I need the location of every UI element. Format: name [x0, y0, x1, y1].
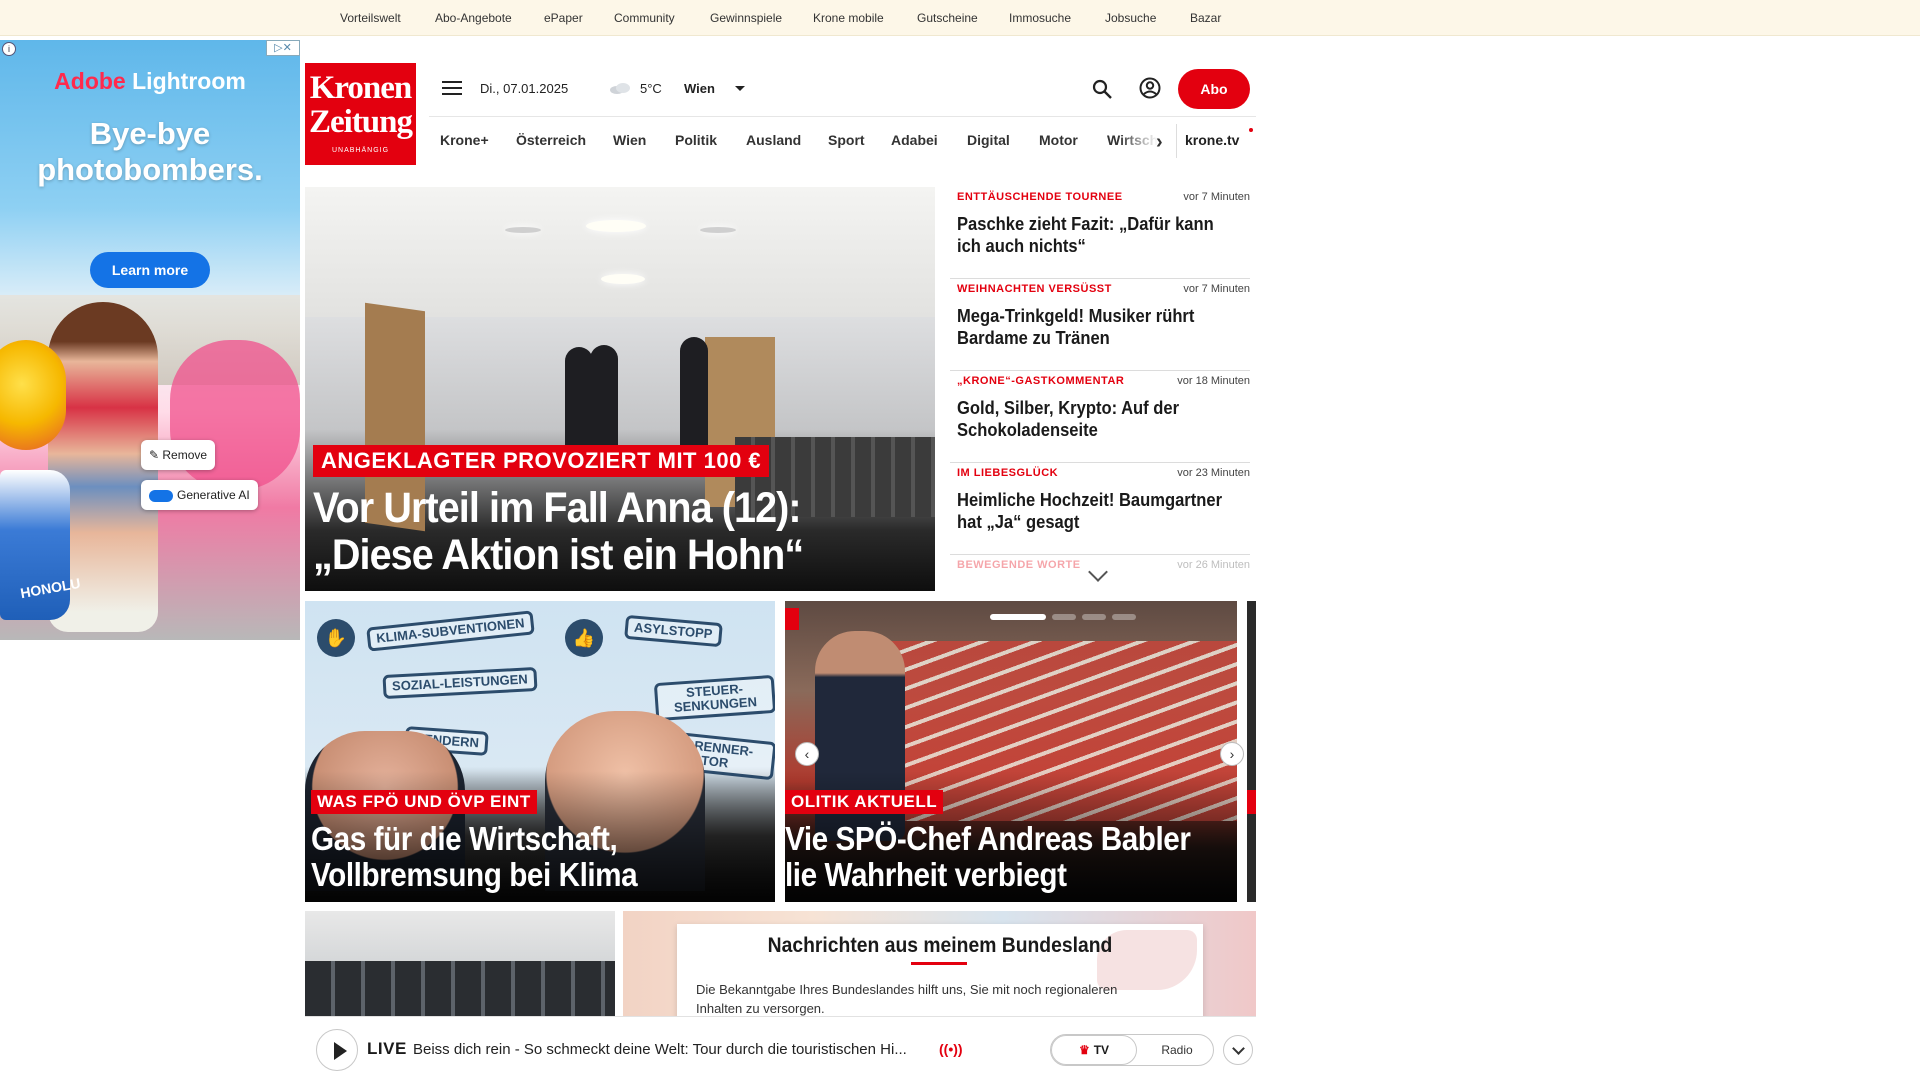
nav-item-digital[interactable]: Digital: [967, 132, 1010, 148]
live-dot-icon: [1249, 128, 1253, 132]
hero-kicker: ANGEKLAGTER PROVOZIERT MIT 100 €: [313, 445, 770, 477]
ad-headline: Bye-bye photobombers.: [37, 116, 263, 187]
carousel-prev-button[interactable]: ‹: [795, 742, 819, 766]
service-link-abo-angebote[interactable]: Abo-Angebote: [435, 11, 512, 25]
region-underline: [911, 962, 967, 965]
nav-item-ausland[interactable]: Ausland: [746, 132, 801, 148]
chevron-right-icon[interactable]: ›: [1156, 131, 1163, 154]
hero-title[interactable]: Vor Urteil im Fall Anna (12): „Diese Akti…: [313, 485, 874, 579]
hero-image-person: [565, 347, 593, 457]
nav-divider: [1176, 124, 1177, 158]
nav-item-krone-tv[interactable]: krone.tv: [1185, 132, 1239, 148]
expand-player-button[interactable]: [1223, 1035, 1253, 1065]
stamp-label: ASYLSTOPP: [624, 614, 723, 648]
radio-toggle-button[interactable]: Radio: [1143, 1035, 1211, 1065]
region-text: Die Bekanntgabe Ihres Bundeslandes hilft…: [696, 982, 1118, 1016]
ad-cup-image: HONOLU: [0, 470, 82, 620]
carousel-card[interactable]: OLITIK AKTUELL Vie SPÖ-Chef Andreas Babl…: [785, 601, 1237, 902]
crown-icon: ♛: [1078, 1043, 1090, 1057]
stamp-label: SOZIAL-LEISTUNGEN: [382, 666, 538, 700]
nav-item-motor[interactable]: Motor: [1039, 132, 1078, 148]
live-player: LIVE Beiss dich rein - So schmeckt deine…: [305, 1016, 1256, 1080]
service-link-gewinnspiele[interactable]: Gewinnspiele: [710, 11, 782, 25]
service-link-community[interactable]: Community: [614, 11, 675, 25]
current-date: Di., 07.01.2025: [480, 81, 569, 96]
ticker-item[interactable]: ENTTÄUSCHENDE TOURNEE vor 7 Minuten Pasc…: [950, 187, 1250, 279]
ad-banner[interactable]: i ▷✕ Adobe Lightroom Bye-bye photobombers…: [0, 40, 300, 640]
nav-item-adabei[interactable]: Adabei: [891, 132, 938, 148]
play-button[interactable]: [316, 1029, 358, 1071]
stamp-label: STEUER-SENKUNGEN: [653, 674, 775, 722]
nav-fade: [1118, 117, 1158, 165]
eraser-icon: ✎: [149, 448, 163, 462]
cloud-icon: [610, 83, 630, 94]
nav-item-krone-plus[interactable]: Krone+: [440, 132, 489, 148]
service-link-immosuche[interactable]: Immosuche: [1009, 11, 1071, 25]
card-image-building: [305, 961, 615, 1021]
service-link-vorteilswelt[interactable]: Vorteilswelt: [340, 11, 401, 25]
hero-image-person: [680, 337, 708, 457]
account-icon[interactable]: [1139, 77, 1161, 99]
thumbs-down-icon: ✋: [317, 619, 355, 657]
carousel-indicator[interactable]: [990, 607, 1142, 625]
nav-item-sport[interactable]: Sport: [828, 132, 865, 148]
weather-temperature: 5°C: [640, 81, 662, 96]
service-link-bazar[interactable]: Bazar: [1190, 11, 1221, 25]
card-kicker: WAS FPÖ UND ÖVP EINT: [311, 790, 537, 814]
ad-mascot-image: [0, 340, 66, 450]
carousel-next-button[interactable]: ›: [1220, 742, 1244, 766]
service-link-gutscheine[interactable]: Gutscheine: [917, 11, 978, 25]
hero-article[interactable]: ANGEKLAGTER PROVOZIERT MIT 100 € Vor Urt…: [305, 187, 935, 591]
search-icon[interactable]: [1091, 78, 1113, 100]
nav-item-wien[interactable]: Wien: [613, 132, 646, 148]
ad-learn-more-button[interactable]: Learn more: [90, 252, 210, 288]
hero-image-person: [590, 345, 618, 455]
city-selector[interactable]: Wien: [684, 81, 715, 96]
thumbs-up-icon: 👍: [565, 619, 603, 657]
chevron-down-icon[interactable]: [735, 86, 745, 91]
card-kicker: OLITIK AKTUELL: [785, 790, 944, 814]
ad-generative-ai-chip: Generative AI: [141, 480, 258, 510]
ticker-item[interactable]: „KRONE“-GASTKOMMENTAR vor 18 Minuten Gol…: [950, 371, 1250, 463]
toggle-icon: [149, 489, 173, 502]
ticker-item[interactable]: IM LIEBESGLÜCK vor 23 Minuten Heimliche …: [950, 463, 1250, 555]
article-card[interactable]: ✋ 👍 KLIMA-SUBVENTIONEN SOZIAL-LEISTUNGEN…: [305, 601, 775, 902]
carousel-card-peek[interactable]: [1247, 601, 1256, 902]
card-title[interactable]: Vie SPÖ-Chef Andreas Babler lie Wahrheit …: [785, 821, 1191, 893]
service-link-epaper[interactable]: ePaper: [544, 11, 583, 25]
card-title[interactable]: Gas für die Wirtschaft, Vollbremsung bei …: [311, 821, 638, 893]
live-label: LIVE: [367, 1039, 407, 1058]
site-logo[interactable]: Kronen Zeitung UNABHÄNGIG: [305, 63, 416, 165]
hamburger-menu-icon[interactable]: [442, 81, 462, 97]
service-bar: Vorteilswelt Abo-Angebote ePaper Communi…: [0, 0, 1920, 36]
krone-plus-badge: [785, 608, 799, 630]
live-stream-title[interactable]: Beiss dich rein - So schmeckt deine Welt…: [413, 1041, 933, 1058]
broadcast-icon: ((•)): [939, 1041, 963, 1057]
news-ticker: ENTTÄUSCHENDE TOURNEE vor 7 Minuten Pasc…: [950, 187, 1250, 587]
nav-item-oesterreich[interactable]: Österreich: [516, 132, 586, 148]
ad-choices-icon[interactable]: ▷✕: [266, 40, 300, 56]
ad-remove-chip: ✎ Remove: [141, 440, 216, 470]
abo-button[interactable]: Abo: [1178, 69, 1250, 109]
ticker-item[interactable]: WEIHNACHTEN VERSÜSST vor 7 Minuten Mega-…: [950, 279, 1250, 371]
region-title: Nachrichten aus meinem Bundesland: [767, 934, 1113, 957]
hero-image-ceiling: [305, 187, 935, 317]
service-link-jobsuche[interactable]: Jobsuche: [1105, 11, 1156, 25]
stamp-label: KLIMA-SUBVENTIONEN: [366, 610, 535, 652]
nav-item-politik[interactable]: Politik: [675, 132, 717, 148]
ad-info-icon[interactable]: i: [2, 42, 16, 56]
tv-radio-toggle: ♛ TV Radio: [1050, 1034, 1214, 1066]
ad-brand: Adobe Lightroom: [54, 68, 246, 94]
service-link-krone-mobile[interactable]: Krone mobile: [813, 11, 884, 25]
tv-toggle-button[interactable]: ♛ TV: [1051, 1035, 1137, 1065]
